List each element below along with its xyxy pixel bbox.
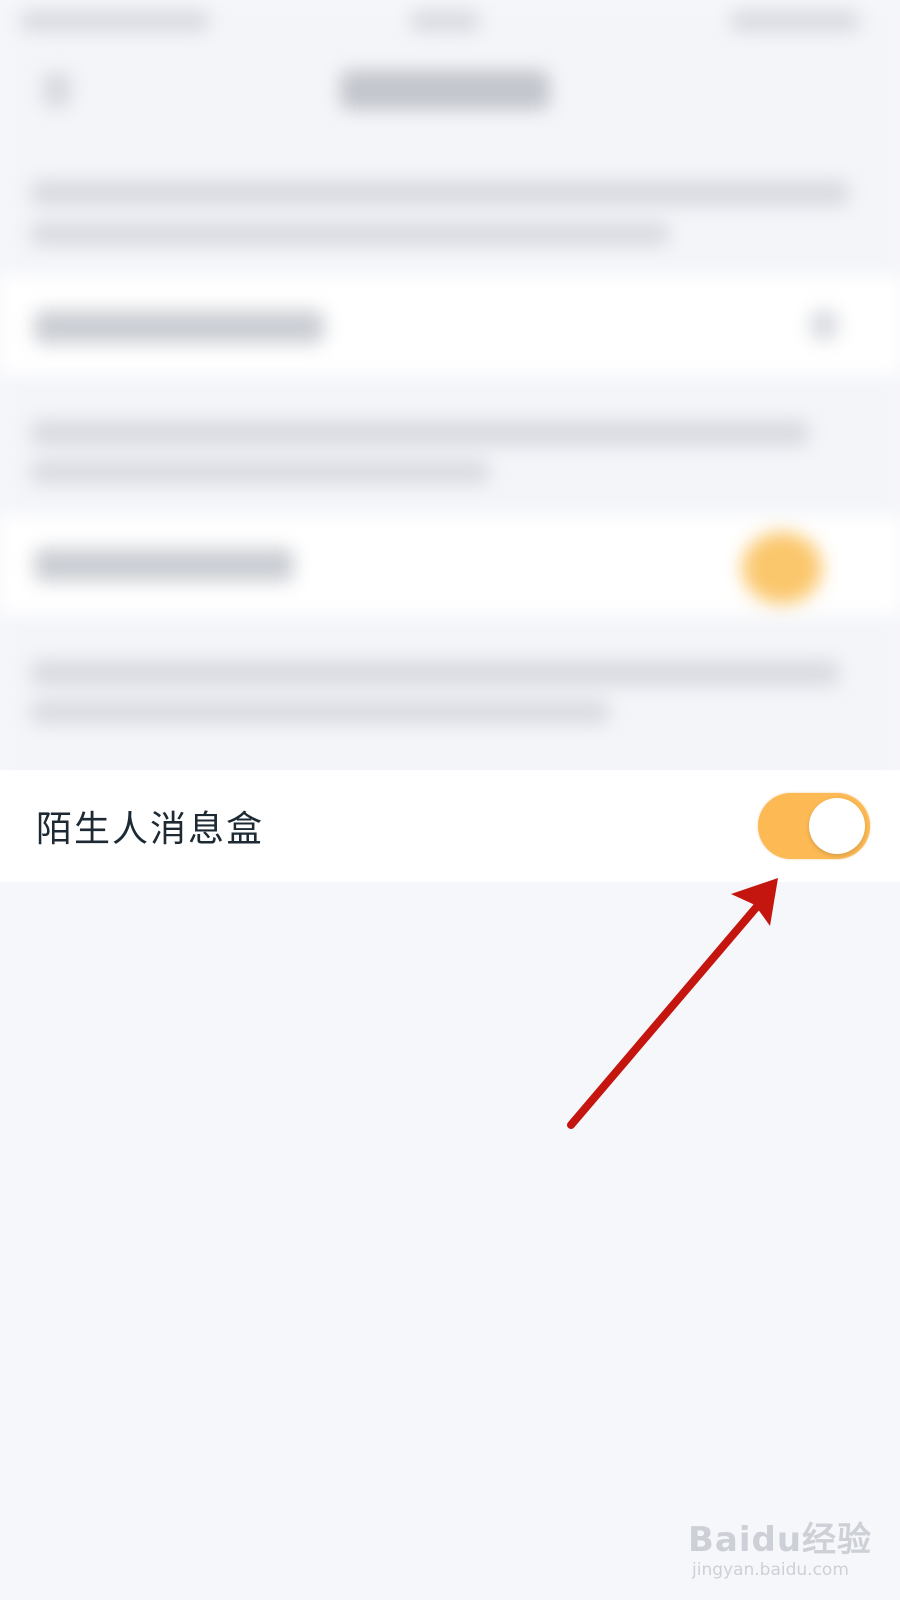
blurred-background [0,0,900,780]
blurred-description [30,660,840,686]
blurred-description [30,460,490,484]
blurred-setting-label [34,548,294,582]
stranger-message-box-toggle[interactable] [758,793,870,859]
stranger-message-box-row: 陌生人消息盒 [0,770,900,882]
arrow-head-icon [731,878,778,926]
blurred-chevron-icon [810,310,838,340]
toggle-knob [809,798,865,854]
blurred-description [30,222,670,246]
setting-label: 陌生人消息盒 [36,809,265,850]
blurred-description [30,420,810,446]
arrow-shaft [567,899,764,1129]
blurred-status-right [730,10,860,32]
blurred-description [30,180,850,206]
blurred-status-left [20,10,210,32]
baidu-jingyan-watermark: Baidu经验 jingyan.baidu.com [688,1500,888,1590]
blurred-status-center [410,10,480,32]
watermark-url: jingyan.baidu.com [692,1560,849,1580]
blurred-toggle [742,532,822,604]
blurred-title [340,70,550,110]
blurred-description [30,700,610,724]
blurred-setting-label [34,310,324,344]
blurred-back-icon [42,72,72,108]
watermark-brand: Baidu经验 [688,1520,873,1560]
